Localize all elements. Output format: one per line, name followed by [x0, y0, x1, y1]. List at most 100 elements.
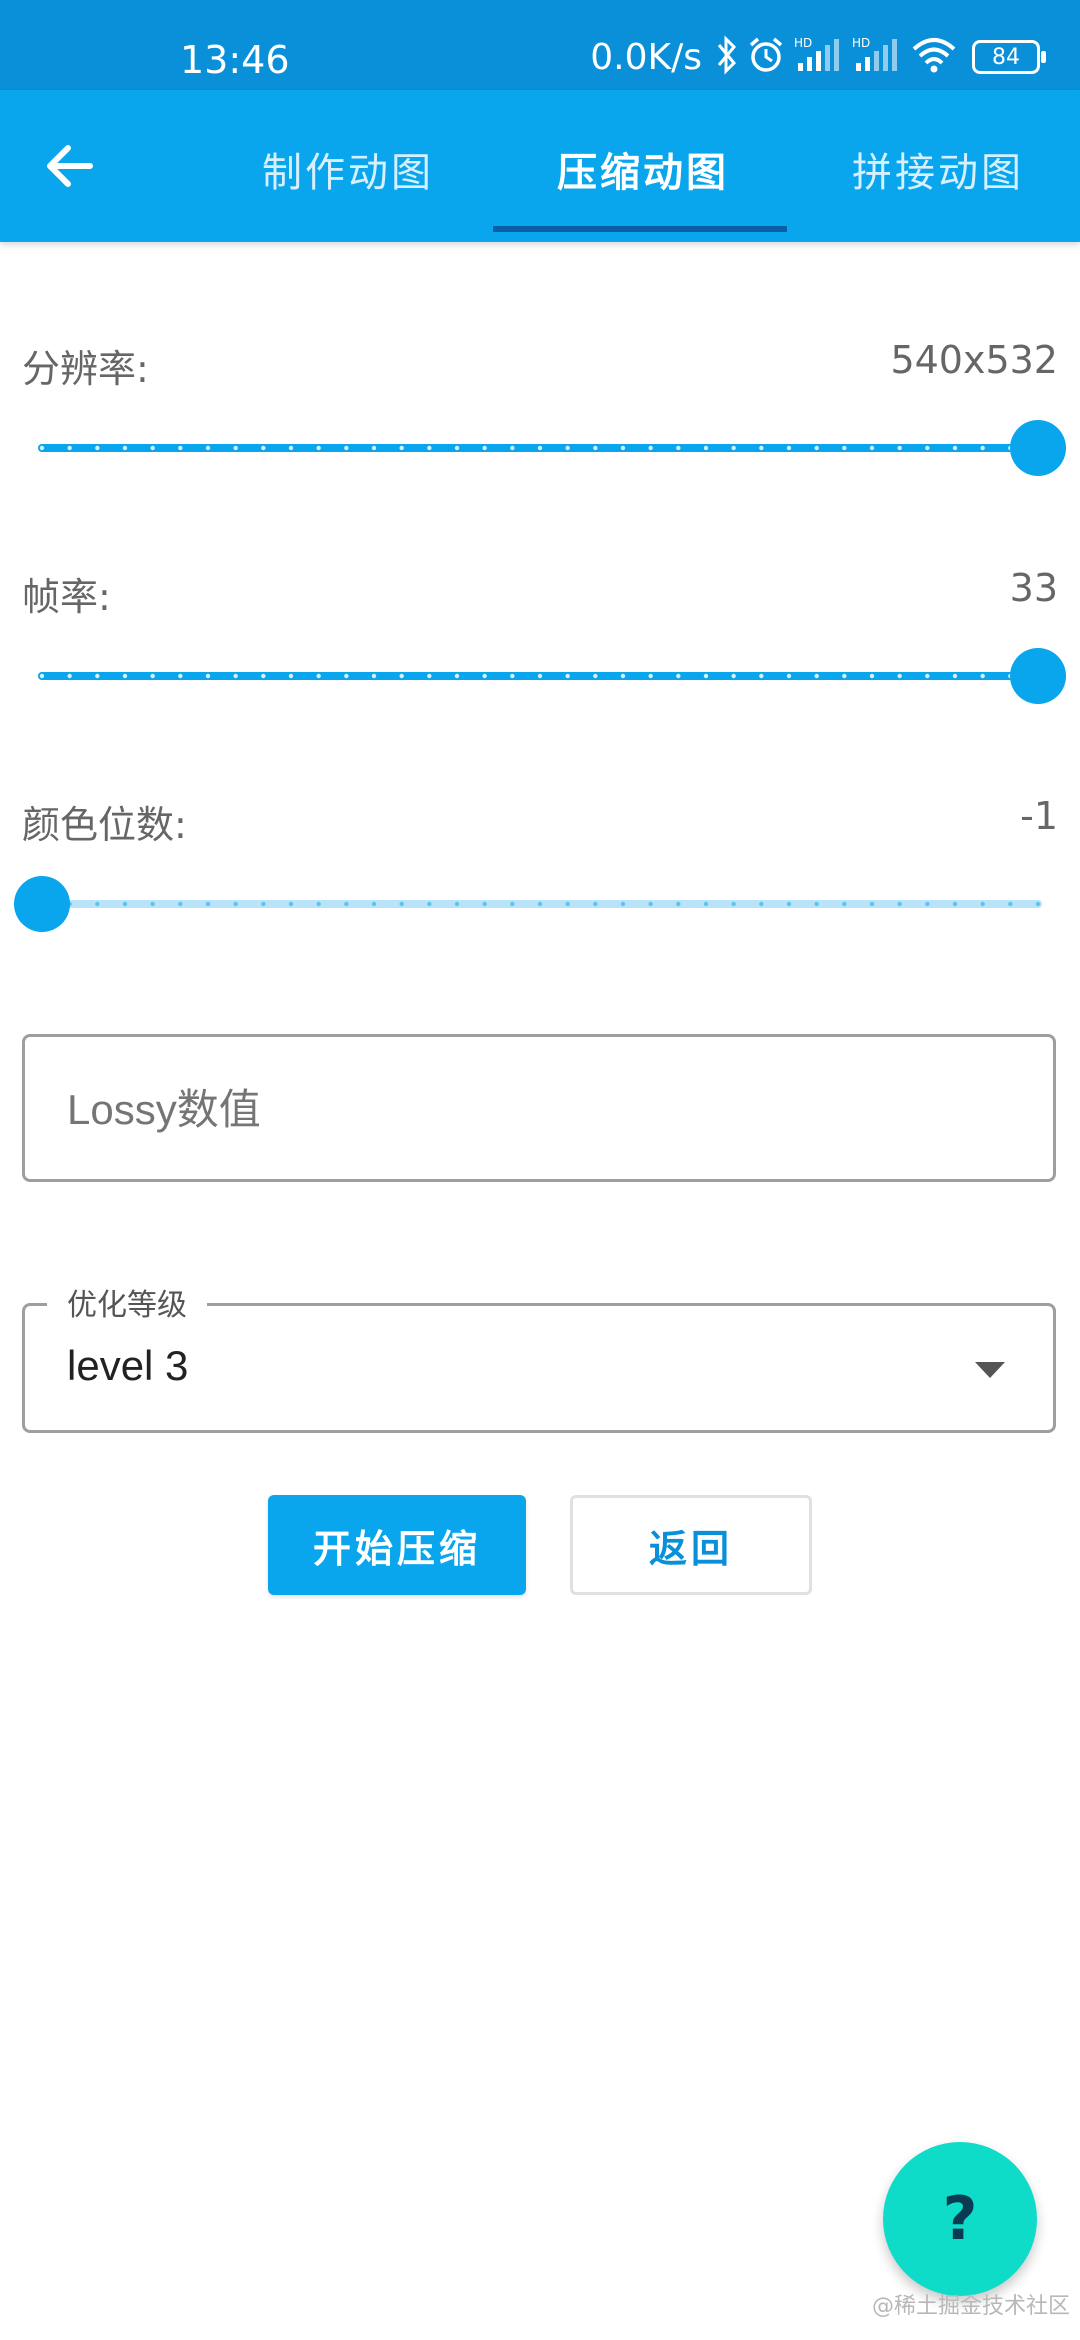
- slider-tick: [952, 445, 958, 451]
- slider-tick: [648, 901, 653, 907]
- slider-tick: [288, 445, 294, 451]
- slider-tick: [842, 673, 847, 679]
- fps-label: 帧率:: [22, 575, 111, 619]
- slider-tick: [786, 673, 792, 679]
- slider-tick: [925, 445, 930, 451]
- slider-tick: [95, 673, 100, 679]
- slider-tick: [703, 673, 709, 679]
- slider-tick: [482, 445, 487, 451]
- slider-tick: [676, 445, 681, 451]
- slider-tick: [510, 445, 515, 451]
- slider-tick: [67, 445, 72, 451]
- slider-tick: [1008, 901, 1013, 907]
- return-button[interactable]: 返回: [570, 1495, 812, 1595]
- slider-tick: [205, 901, 211, 907]
- slider-tick: [316, 445, 321, 451]
- slider-tick: [344, 445, 349, 451]
- slider-tick: [122, 445, 128, 451]
- slider-tick: [39, 673, 45, 679]
- back-button[interactable]: [40, 136, 110, 196]
- color-bits-label: 颜色位数:: [22, 803, 187, 847]
- alarm-icon: [746, 35, 786, 79]
- slider-tick: [897, 673, 902, 679]
- dropdown-arrow-icon: [975, 1362, 1005, 1382]
- status-time: 13:46: [180, 38, 290, 82]
- slider-tick: [537, 673, 543, 679]
- slider-tick: [731, 673, 736, 679]
- tab-splice-gif[interactable]: 拼接动图: [852, 140, 1024, 198]
- net-speed: 0.0K/s: [590, 36, 702, 78]
- slider-tick: [261, 901, 266, 907]
- slider-thumb[interactable]: [1010, 648, 1066, 704]
- slider-tick: [67, 673, 72, 679]
- slider-tick: [427, 673, 432, 679]
- slider-tick: [233, 445, 238, 451]
- slider-thumb[interactable]: [14, 876, 70, 932]
- optimize-level-value: level 3: [67, 1342, 189, 1389]
- slider-tick: [288, 673, 294, 679]
- slider-tick: [233, 673, 238, 679]
- color-bits-value: -1: [1020, 794, 1058, 838]
- tab-indicator: [493, 226, 787, 232]
- slider-tick: [399, 901, 404, 907]
- app-bar: 制作动图 压缩动图 拼接动图: [0, 90, 1080, 242]
- fps-value: 33: [1009, 566, 1058, 610]
- slider-tick: [703, 901, 709, 907]
- slider-tick: [122, 901, 128, 907]
- fps-slider[interactable]: [38, 646, 1066, 706]
- slider-tick: [537, 445, 543, 451]
- slider-tick: [759, 673, 764, 679]
- slider-tick: [316, 673, 321, 679]
- slider-tick: [925, 901, 930, 907]
- hd-signal-icon: HD: [794, 35, 844, 79]
- slider-tick: [759, 901, 764, 907]
- slider-tick: [510, 673, 515, 679]
- slider-tick: [814, 673, 819, 679]
- slider-tick: [897, 445, 902, 451]
- slider-tick: [261, 673, 266, 679]
- slider-tick: [1035, 901, 1041, 907]
- slider-tick: [869, 901, 875, 907]
- slider-tick: [399, 673, 404, 679]
- slider-tick: [150, 445, 155, 451]
- slider-tick: [620, 673, 626, 679]
- slider-tick: [676, 901, 681, 907]
- slider-tick: [427, 445, 432, 451]
- slider-tick: [261, 445, 266, 451]
- slider-tick: [482, 901, 487, 907]
- slider-tick: [150, 901, 155, 907]
- slider-tick: [565, 673, 570, 679]
- lossy-input[interactable]: [65, 1071, 1019, 1149]
- help-icon: ?: [942, 2184, 978, 2254]
- color-bits-slider[interactable]: [14, 874, 1042, 934]
- status-indicators: 0.0K/s HD HD 84: [590, 32, 1046, 82]
- wifi-icon: [910, 35, 958, 79]
- slider-tick: [178, 445, 183, 451]
- slider-tick: [648, 673, 653, 679]
- resolution-value: 540x532: [890, 338, 1058, 382]
- battery-icon: 84: [972, 40, 1046, 74]
- slider-tick: [786, 901, 792, 907]
- slider-tick: [814, 901, 819, 907]
- resolution-slider[interactable]: [38, 418, 1066, 478]
- slider-tick: [980, 901, 985, 907]
- slider-tick: [288, 901, 294, 907]
- slider-tick: [759, 445, 764, 451]
- slider-tick: [510, 901, 515, 907]
- help-fab-button[interactable]: ?: [883, 2142, 1037, 2296]
- hd-signal-icon: HD: [852, 35, 902, 79]
- slider-tick: [150, 673, 155, 679]
- slider-tick: [39, 445, 45, 451]
- optimize-level-select[interactable]: 优化等级 level 3: [22, 1280, 1056, 1433]
- tab-compress-gif[interactable]: 压缩动图: [557, 140, 729, 198]
- start-compress-button[interactable]: 开始压缩: [268, 1495, 526, 1595]
- slider-tick: [703, 445, 709, 451]
- tab-make-gif[interactable]: 制作动图: [262, 140, 434, 198]
- slider-thumb[interactable]: [1010, 420, 1066, 476]
- slider-tick: [648, 445, 653, 451]
- slider-tick: [344, 673, 349, 679]
- slider-tick: [399, 445, 404, 451]
- slider-tick: [593, 673, 598, 679]
- slider-tick: [454, 901, 460, 907]
- slider-tick: [233, 901, 238, 907]
